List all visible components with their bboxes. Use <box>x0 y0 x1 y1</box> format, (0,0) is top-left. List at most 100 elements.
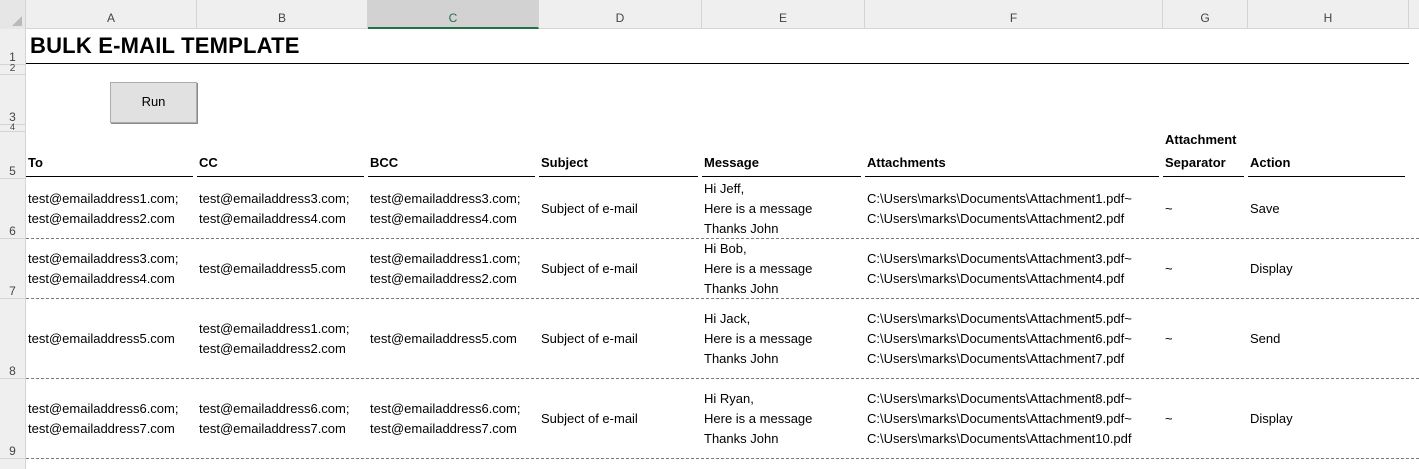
cell-action[interactable]: Display <box>1248 379 1409 458</box>
cell-message-line: Here is a message <box>704 330 813 346</box>
cell-separator[interactable]: ~ <box>1163 379 1248 458</box>
cell-message-line: Thanks John <box>704 220 779 236</box>
cell-message[interactable]: Hi Jeff, Here is a message Thanks John <box>702 179 865 238</box>
column-header-d[interactable]: D <box>539 0 702 29</box>
cell-subject[interactable]: Subject of e-mail <box>539 299 702 378</box>
cell-subject-line: Subject of e-mail <box>541 410 638 426</box>
cell-separator[interactable]: ~ <box>1163 299 1248 378</box>
cell-to-line: test@emailaddress2.com <box>28 210 175 226</box>
cell-bcc-line: test@emailaddress6.com; <box>370 400 521 416</box>
cell-cc[interactable]: test@emailaddress5.com <box>197 239 368 298</box>
cell-message[interactable]: Hi Bob, Here is a message Thanks John <box>702 239 865 298</box>
table-row: test@emailaddress6.com; test@emailaddress… <box>26 379 1419 459</box>
cell-subject[interactable]: Subject of e-mail <box>539 179 702 238</box>
row-header-bar: 1 2 3 4 5 6 7 8 9 <box>0 29 26 469</box>
cell-separator-line: ~ <box>1165 200 1173 216</box>
row-header-7[interactable]: 7 <box>0 239 25 299</box>
cell-separator-line: ~ <box>1165 410 1173 426</box>
cell-separator-line: ~ <box>1165 330 1173 346</box>
cell-action[interactable]: Save <box>1248 179 1409 238</box>
select-all-corner[interactable] <box>0 0 26 29</box>
cell-to[interactable]: test@emailaddress1.com; test@emailaddress… <box>26 179 197 238</box>
run-button[interactable]: Run <box>110 82 197 123</box>
cell-to[interactable]: test@emailaddress5.com <box>26 299 197 378</box>
cell-action-line: Send <box>1250 330 1281 346</box>
cell-cc-line: test@emailaddress1.com; <box>199 320 350 336</box>
column-header-a[interactable]: A <box>26 0 197 29</box>
select-all-triangle-icon <box>12 16 22 26</box>
row-header-6[interactable]: 6 <box>0 179 25 239</box>
cell-message-line: Hi Ryan, <box>704 390 754 406</box>
cell-to-line: test@emailaddress5.com <box>28 330 175 346</box>
worksheet-grid[interactable]: BULK E-MAIL TEMPLATE Run To CC BCC Subje… <box>26 29 1419 469</box>
cell-message[interactable]: Hi Ryan, Here is a message Thanks John <box>702 379 865 458</box>
cell-separator[interactable]: ~ <box>1163 239 1248 298</box>
cell-cc-line: test@emailaddress4.com <box>199 210 346 226</box>
header-to: To <box>26 137 197 177</box>
cell-separator-line: ~ <box>1165 260 1173 276</box>
row-header-8[interactable]: 8 <box>0 299 25 379</box>
cell-separator[interactable]: ~ <box>1163 179 1248 238</box>
cell-attachments-line: C:\Users\marks\Documents\Attachment9.pdf… <box>867 410 1132 426</box>
cell-cc-line: test@emailaddress6.com; <box>199 400 350 416</box>
cell-to-line: test@emailaddress7.com <box>28 420 175 436</box>
cell-message-line: Thanks John <box>704 430 779 446</box>
cell-attachments-line: C:\Users\marks\Documents\Attachment7.pdf <box>867 350 1125 366</box>
column-header-f[interactable]: F <box>865 0 1163 29</box>
cell-attachments[interactable]: C:\Users\marks\Documents\Attachment8.pdf… <box>865 379 1163 458</box>
column-header-b[interactable]: B <box>197 0 368 29</box>
header-bcc: BCC <box>368 137 539 177</box>
cell-attachments-line: C:\Users\marks\Documents\Attachment2.pdf <box>867 210 1125 226</box>
cell-cc-line: test@emailaddress7.com <box>199 420 346 436</box>
cell-message-line: Here is a message <box>704 260 813 276</box>
cell-bcc-line: test@emailaddress2.com <box>370 270 517 286</box>
cell-bcc[interactable]: test@emailaddress3.com; test@emailaddress… <box>368 179 539 238</box>
column-header-c[interactable]: C <box>368 0 539 29</box>
cell-cc[interactable]: test@emailaddress1.com; test@emailaddress… <box>197 299 368 378</box>
cell-action[interactable]: Display <box>1248 239 1409 298</box>
cell-attachments-line: C:\Users\marks\Documents\Attachment3.pdf… <box>867 250 1132 266</box>
cell-attachments[interactable]: C:\Users\marks\Documents\Attachment3.pdf… <box>865 239 1163 298</box>
cell-to[interactable]: test@emailaddress3.com; test@emailaddress… <box>26 239 197 298</box>
cell-attachments[interactable]: C:\Users\marks\Documents\Attachment5.pdf… <box>865 299 1163 378</box>
column-header-e[interactable]: E <box>702 0 865 29</box>
column-header-g[interactable]: G <box>1163 0 1248 29</box>
cell-cc[interactable]: test@emailaddress6.com; test@emailaddress… <box>197 379 368 458</box>
table-row: test@emailaddress1.com; test@emailaddress… <box>26 179 1419 239</box>
sheet-title: BULK E-MAIL TEMPLATE <box>30 33 300 58</box>
cell-subject[interactable]: Subject of e-mail <box>539 239 702 298</box>
cell-message-line: Hi Bob, <box>704 240 747 256</box>
table-row: test@emailaddress3.com; test@emailaddress… <box>26 239 1419 299</box>
row-header-3[interactable]: 3 <box>0 75 25 125</box>
cell-action[interactable]: Send <box>1248 299 1409 378</box>
cell-to[interactable]: test@emailaddress6.com; test@emailaddress… <box>26 379 197 458</box>
cell-cc-line: test@emailaddress3.com; <box>199 190 350 206</box>
cell-bcc-line: test@emailaddress3.com; <box>370 190 521 206</box>
cell-attachments-line: C:\Users\marks\Documents\Attachment1.pdf… <box>867 190 1132 206</box>
cell-bcc[interactable]: test@emailaddress1.com; test@emailaddress… <box>368 239 539 298</box>
row-header-2[interactable]: 2 <box>0 64 25 75</box>
cell-bcc-line: test@emailaddress7.com <box>370 420 517 436</box>
cell-action-line: Display <box>1250 410 1293 426</box>
cell-message-line: Here is a message <box>704 200 813 216</box>
cell-to-line: test@emailaddress6.com; <box>28 400 179 416</box>
row-header-4[interactable]: 4 <box>0 123 25 132</box>
cell-subject-line: Subject of e-mail <box>541 330 638 346</box>
row-header-9[interactable]: 9 <box>0 379 25 459</box>
cell-attachments-line: C:\Users\marks\Documents\Attachment10.pd… <box>867 430 1132 446</box>
cell-subject-line: Subject of e-mail <box>541 260 638 276</box>
cell-bcc-line: test@emailaddress1.com; <box>370 250 521 266</box>
cell-message[interactable]: Hi Jack, Here is a message Thanks John <box>702 299 865 378</box>
column-header-h[interactable]: H <box>1248 0 1409 29</box>
cell-bcc[interactable]: test@emailaddress5.com <box>368 299 539 378</box>
row-header-5[interactable]: 5 <box>0 132 25 179</box>
cell-attachments[interactable]: C:\Users\marks\Documents\Attachment1.pdf… <box>865 179 1163 238</box>
cell-bcc[interactable]: test@emailaddress6.com; test@emailaddress… <box>368 379 539 458</box>
cell-cc[interactable]: test@emailaddress3.com; test@emailaddress… <box>197 179 368 238</box>
header-attachments: Attachments <box>865 137 1163 177</box>
table-row: test@emailaddress5.com test@emailaddress1… <box>26 299 1419 379</box>
row-header-1[interactable]: 1 <box>0 29 25 65</box>
cell-message-line: Thanks John <box>704 350 779 366</box>
cell-subject[interactable]: Subject of e-mail <box>539 379 702 458</box>
cell-to-line: test@emailaddress4.com <box>28 270 175 286</box>
